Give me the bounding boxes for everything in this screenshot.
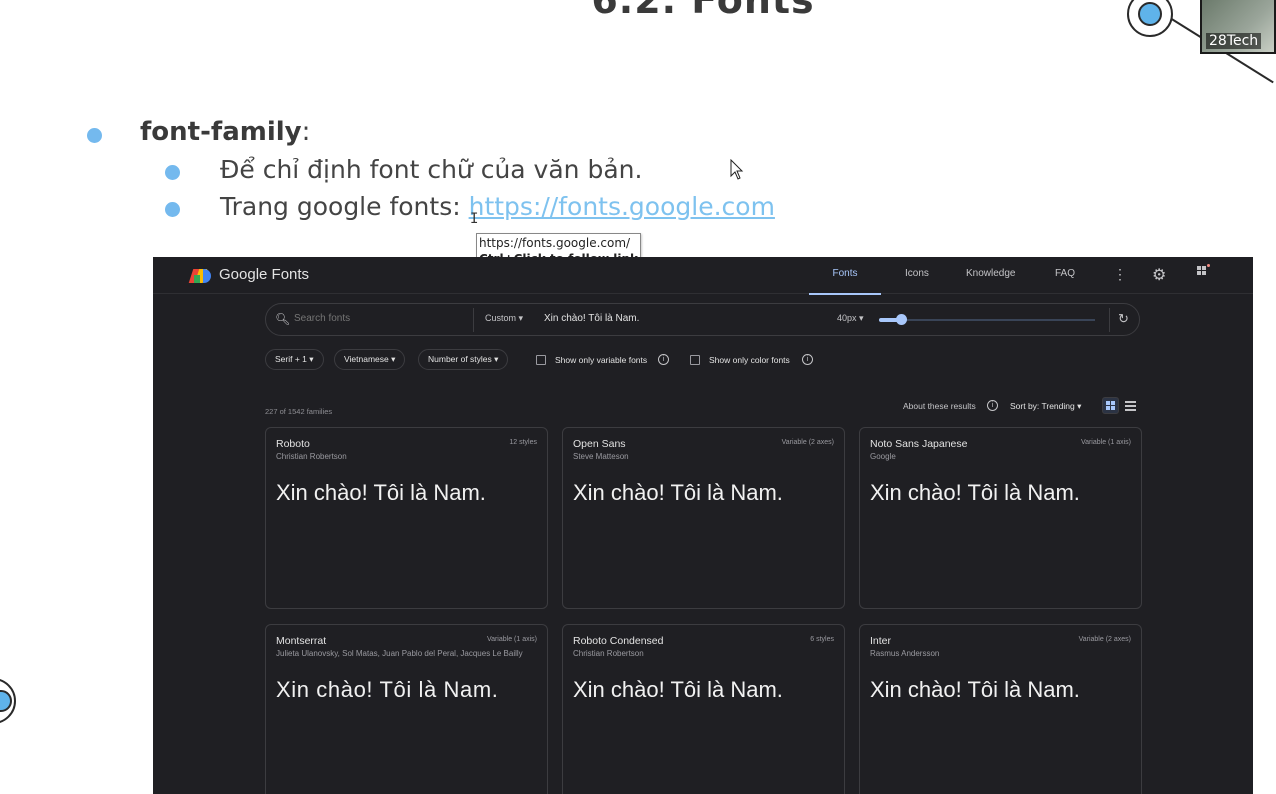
about-results-link[interactable]: About these results (903, 401, 976, 411)
bullet-item-prefix: Trang google fonts: (220, 192, 469, 221)
filter-language-label: Vietnamese (344, 354, 389, 364)
font-name: Roboto Condensed (573, 635, 664, 647)
color-fonts-checkbox[interactable] (690, 355, 700, 365)
font-author: Christian Robertson (276, 452, 347, 461)
filter-classification-label: Serif + 1 (275, 354, 307, 364)
variable-fonts-checkbox[interactable] (536, 355, 546, 365)
chevron-down-icon: ▾ (494, 354, 499, 364)
color-fonts-label: Show only color fonts (709, 355, 790, 365)
google-fonts-logo-icon[interactable] (188, 267, 211, 283)
grid-view-icon[interactable] (1102, 397, 1119, 414)
font-styles: Variable (2 axes) (1078, 636, 1131, 643)
font-styles: Variable (1 axis) (486, 636, 537, 643)
decorative-circle-icon (0, 678, 16, 724)
gf-brand[interactable]: Google Fonts (219, 266, 309, 283)
bullet-icon (165, 202, 180, 217)
font-author: Christian Robertson (573, 649, 644, 658)
font-sample: Xin chào! Tôi là Nam. (870, 480, 1080, 505)
webcam-label: 28Tech (1206, 33, 1262, 49)
nav-knowledge[interactable]: Knowledge (966, 257, 1015, 293)
mouse-pointer-icon (730, 159, 744, 180)
bullet-heading: font-family: (140, 117, 310, 147)
info-icon[interactable]: i (987, 400, 998, 411)
font-card[interactable]: Roboto Condensed Christian Robertson 6 s… (562, 624, 845, 794)
font-sample: Xin chào! Tôi là Nam. (573, 677, 783, 702)
reset-icon[interactable]: ↻ (1118, 311, 1129, 327)
font-name: Roboto (276, 438, 310, 450)
filter-styles[interactable]: Number of styles ▾ (418, 349, 509, 370)
slide-title: 6.2. Fonts (591, 0, 815, 22)
preview-text-input[interactable]: Xin chào! Tôi là Nam. (544, 313, 639, 324)
apps-grid-icon[interactable] (1197, 264, 1210, 278)
font-card[interactable]: Montserrat Julieta Ulanovsky, Sol Matas,… (265, 624, 548, 794)
search-bar: 🔍︎ Custom ▾ Xin chào! Tôi là Nam. 40px ▾… (265, 303, 1140, 336)
nav-faq[interactable]: FAQ (1055, 257, 1075, 293)
bullet-item: Để chỉ định font chữ của văn bản. (220, 155, 643, 184)
font-styles: Variable (1 axis) (1080, 439, 1131, 446)
divider (473, 308, 474, 332)
tooltip-url: https://fonts.google.com/ (479, 236, 631, 250)
google-fonts-link[interactable]: https://fonts.google.com (469, 192, 775, 221)
nav-icons[interactable]: Icons (905, 257, 929, 293)
decorative-circle-icon (1127, 0, 1173, 37)
google-fonts-screenshot: Google Fonts Fonts Icons Knowledge FAQ ⋮… (153, 257, 1253, 794)
preview-mode-label: Custom (485, 313, 517, 323)
list-view-icon[interactable] (1122, 397, 1139, 414)
font-styles: Variable (2 axes) (781, 439, 834, 446)
text-cursor-icon: I (470, 211, 479, 227)
filter-language[interactable]: Vietnamese ▾ (334, 349, 406, 370)
filter-classification[interactable]: Serif + 1 ▾ (265, 349, 324, 370)
font-author: Julieta Ulanovsky, Sol Matas, Juan Pablo… (276, 649, 523, 658)
variable-fonts-label: Show only variable fonts (555, 355, 648, 365)
font-size-label: 40px (837, 313, 857, 323)
gf-header: Google Fonts Fonts Icons Knowledge FAQ ⋮… (153, 257, 1253, 295)
font-size-dropdown[interactable]: 40px ▾ (837, 313, 864, 324)
chevron-down-icon: ▾ (518, 313, 524, 323)
font-size-slider-track[interactable] (879, 319, 1095, 321)
chevron-down-icon: ▾ (391, 354, 396, 364)
bullet-icon (87, 128, 102, 143)
font-name: Open Sans (573, 438, 626, 450)
sort-dropdown[interactable]: Sort by: Trending ▾ (1010, 401, 1081, 412)
nav-fonts[interactable]: Fonts (809, 257, 881, 295)
font-card[interactable]: Open Sans Steve Matteson Variable (2 axe… (562, 427, 845, 609)
font-card[interactable]: Noto Sans Japanese Google Variable (1 ax… (859, 427, 1142, 609)
font-author: Steve Matteson (573, 452, 629, 461)
font-name: Montserrat (276, 635, 327, 647)
info-icon[interactable]: i (658, 354, 669, 365)
font-author: Google (870, 452, 896, 461)
search-input[interactable] (294, 313, 474, 324)
font-name: Noto Sans Japanese (870, 438, 968, 450)
font-card[interactable]: Inter Rasmus Andersson Variable (2 axes)… (859, 624, 1142, 794)
font-size-slider-thumb[interactable] (896, 314, 907, 325)
heading-keyword: font-family (140, 117, 302, 147)
filter-styles-label: Number of styles (428, 354, 492, 364)
font-sample: Xin chào! Tôi là Nam. (276, 480, 486, 505)
sort-label: Sort by: Trending (1010, 401, 1075, 411)
search-icon: 🔍︎ (275, 312, 291, 326)
chevron-down-icon: ▾ (859, 313, 864, 323)
results-count: 227 of 1542 families (265, 407, 333, 416)
more-vert-icon[interactable]: ⋮ (1113, 266, 1127, 282)
font-author: Rasmus Andersson (870, 649, 940, 658)
chevron-down-icon: ▾ (309, 354, 314, 364)
chevron-down-icon: ▾ (1077, 401, 1082, 411)
settings-icon[interactable]: ⚙ (1152, 265, 1166, 285)
font-sample: Xin chào! Tôi là Nam. (276, 677, 499, 702)
info-icon[interactable]: i (802, 354, 813, 365)
divider (1109, 308, 1110, 332)
font-sample: Xin chào! Tôi là Nam. (573, 480, 783, 505)
font-name: Inter (870, 635, 892, 647)
font-styles: 12 styles (509, 439, 537, 446)
preview-mode-dropdown[interactable]: Custom ▾ (485, 313, 523, 324)
font-sample: Xin chào! Tôi là Nam. (870, 677, 1080, 702)
bullet-item: Trang google fonts: https://fonts.google… (220, 192, 775, 221)
font-styles: 6 styles (810, 636, 834, 643)
heading-suffix: : (301, 117, 311, 147)
bullet-icon (165, 165, 180, 180)
font-card[interactable]: Roboto Christian Robertson 12 styles Xin… (265, 427, 548, 609)
